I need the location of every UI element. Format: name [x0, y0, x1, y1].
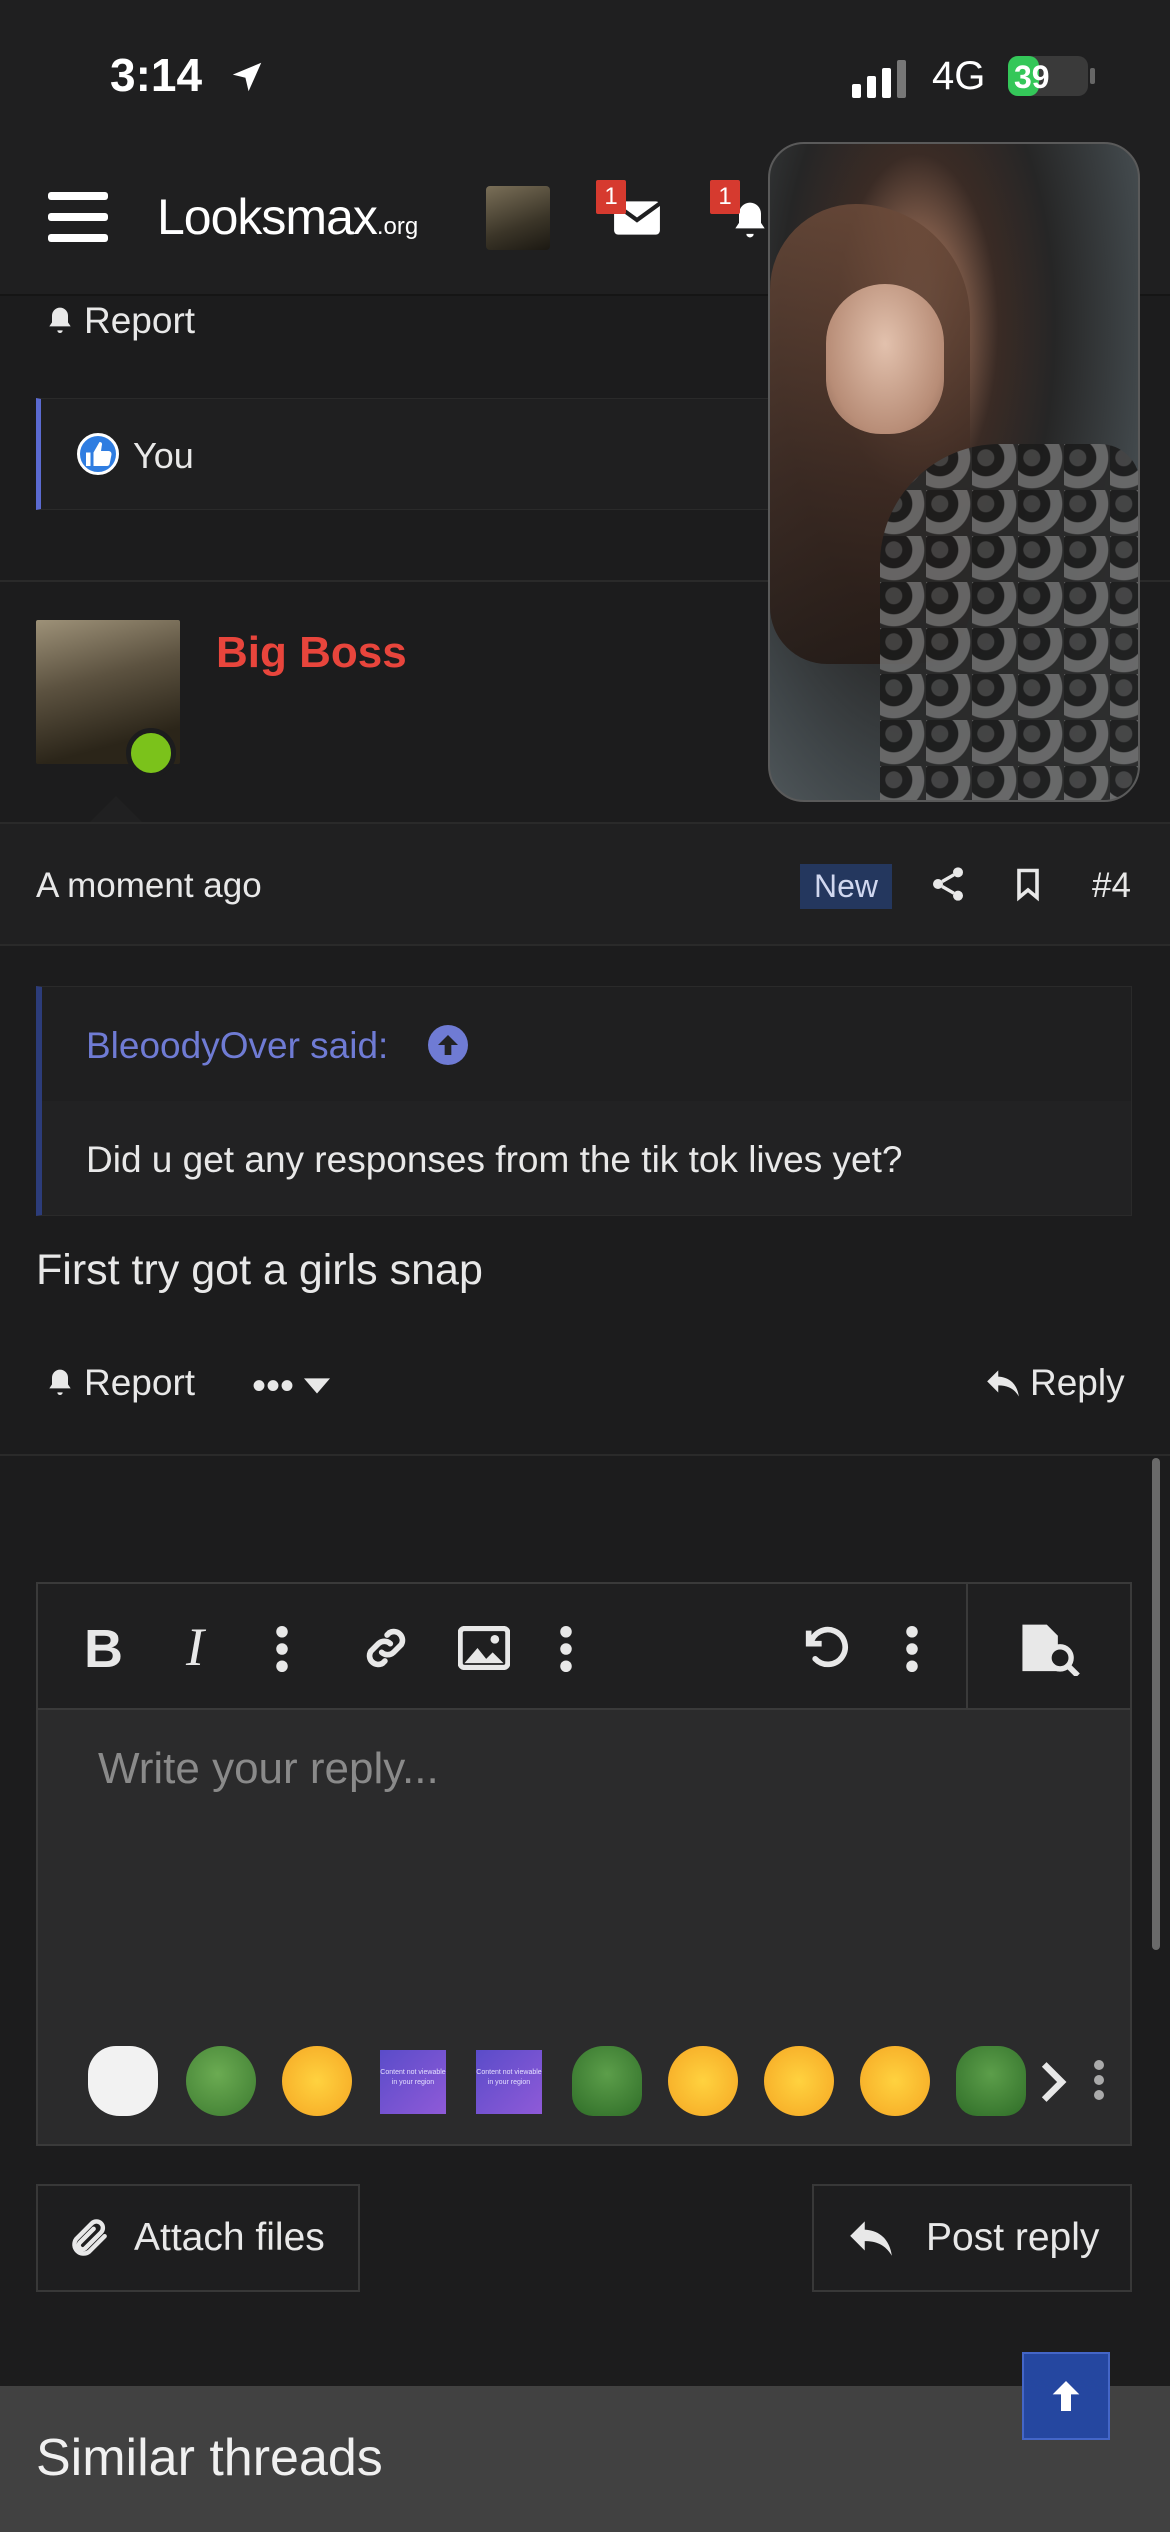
grinning-icon[interactable] [860, 2046, 930, 2116]
post-actions: Report ••• Reply [0, 1346, 1170, 1456]
reply-editor[interactable]: B I Write your reply... Content not view… [36, 1582, 1132, 2146]
crying-icon[interactable] [668, 2046, 738, 2116]
battery-percent: 39 [1014, 59, 1050, 95]
status-bar: 3:14 4G 39 [0, 0, 1170, 140]
post-body: First try got a girls snap [36, 1246, 483, 1294]
preview-icon[interactable] [1018, 1622, 1080, 1676]
chevron-right-icon[interactable] [1038, 2060, 1068, 2104]
floating-video[interactable] [768, 142, 1140, 802]
cellular-signal-icon [852, 60, 906, 98]
battery-icon: 39 [1008, 56, 1088, 96]
quote-block: BleoodyOver said: Did u get any response… [36, 986, 1132, 1216]
region-blocked-emoji[interactable]: Content not viewable in your region [380, 2050, 446, 2114]
new-badge: New [800, 864, 893, 909]
post-username[interactable]: Big Boss [216, 628, 407, 678]
sad-pepe-icon[interactable] [572, 2046, 642, 2116]
caret-down-icon [304, 1377, 331, 1393]
more-vertical-icon[interactable] [276, 1626, 288, 1672]
share-icon[interactable] [928, 864, 968, 904]
scrollbar[interactable] [1152, 1458, 1160, 1950]
link-icon[interactable] [360, 1622, 412, 1674]
reply-link[interactable]: Reply [984, 1362, 1125, 1404]
network-type: 4G [932, 54, 986, 98]
post-reply-button[interactable]: Post reply [812, 2184, 1132, 2292]
heart-eyes-icon[interactable] [282, 2046, 352, 2116]
more-options-button[interactable]: ••• [252, 1364, 331, 1409]
battery-cap [1090, 68, 1095, 84]
image-icon[interactable] [458, 1626, 510, 1670]
reply-input[interactable]: Write your reply... [98, 1744, 439, 1794]
more-vertical-icon[interactable] [906, 1626, 918, 1672]
undo-icon[interactable] [800, 1622, 852, 1674]
paperclip-icon [72, 2219, 107, 2256]
quote-author[interactable]: BleoodyOver said: [86, 1025, 388, 1067]
video-content [880, 444, 1138, 800]
quote-text: Did u get any responses from the tik tok… [86, 1139, 903, 1180]
arrow-up-circle-icon[interactable] [428, 1025, 468, 1065]
scroll-to-top-button[interactable] [1022, 2352, 1110, 2440]
like-icon [77, 433, 119, 475]
editor-toolbar: B I [38, 1584, 1130, 1710]
bell-icon [49, 307, 71, 333]
more-vertical-icon[interactable] [560, 1626, 572, 1672]
troll-face-icon[interactable] [88, 2046, 158, 2116]
bookmark-icon[interactable] [1010, 864, 1046, 904]
more-vertical-icon[interactable] [1094, 2060, 1104, 2100]
location-arrow-icon [232, 62, 262, 92]
blushing-icon[interactable] [764, 2046, 834, 2116]
reaction-users: You [133, 435, 194, 476]
menu-icon[interactable] [48, 192, 108, 242]
site-logo[interactable]: Looksmax.org [157, 188, 418, 246]
arrow-up-icon [1052, 2381, 1080, 2411]
post-number[interactable]: #4 [1092, 866, 1131, 906]
italic-button[interactable]: I [186, 1616, 204, 1678]
reply-icon [987, 1370, 1019, 1397]
report-link[interactable]: Report [44, 1362, 195, 1404]
post-meta-row: A moment ago New #4 [0, 822, 1170, 946]
video-content [826, 284, 944, 434]
messages-badge: 1 [596, 180, 626, 214]
region-blocked-emoji[interactable]: Content not viewable in your region [476, 2050, 542, 2114]
pepe-icon[interactable] [186, 2046, 256, 2116]
alerts-badge: 1 [710, 180, 740, 214]
emoji-bar: Content not viewable in your region Cont… [54, 2046, 1114, 2136]
bell-icon [49, 1369, 71, 1395]
status-time: 3:14 [110, 49, 203, 101]
quote-header: BleoodyOver said: [42, 987, 1131, 1101]
post-timestamp[interactable]: A moment ago [36, 866, 262, 906]
similar-threads-title: Similar threads [36, 2429, 383, 2487]
similar-threads-section: Similar threads [0, 2386, 1170, 2532]
user-avatar-button[interactable] [486, 186, 550, 250]
user-caret [90, 796, 142, 822]
toolbar-divider [966, 1584, 968, 1708]
previous-report-link[interactable]: Report [44, 300, 195, 342]
pepe-peek-icon[interactable] [956, 2046, 1026, 2116]
online-indicator [126, 728, 176, 778]
section-divider [0, 1454, 1170, 1456]
bold-button[interactable]: B [84, 1618, 123, 1680]
reply-icon [850, 2221, 892, 2256]
attach-files-button[interactable]: Attach files [36, 2184, 360, 2292]
